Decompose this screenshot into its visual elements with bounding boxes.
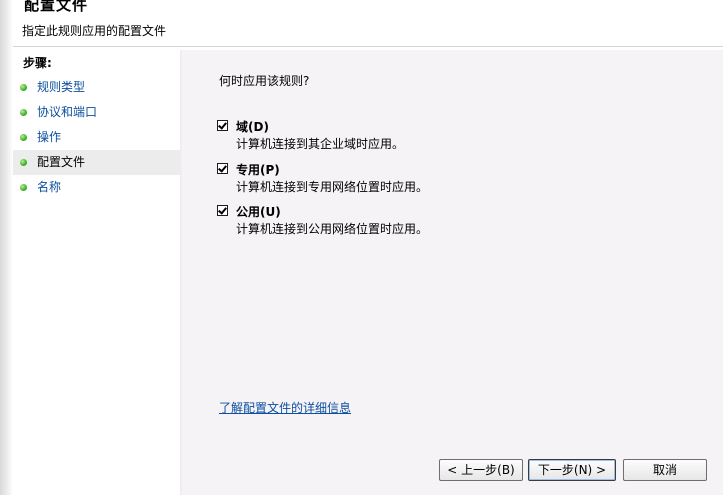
green-bullet-icon <box>20 159 27 166</box>
domain-label[interactable]: 域(D) <box>236 118 269 135</box>
next-button[interactable]: 下一步(N) > <box>528 459 616 481</box>
step-protocol-ports[interactable]: 协议和端口 <box>13 100 180 125</box>
step-label: 名称 <box>37 180 62 194</box>
public-label[interactable]: 公用(U) <box>236 203 281 220</box>
steps-list: 规则类型 协议和端口 操作 配置文件 名称 <box>13 75 180 200</box>
green-bullet-icon <box>20 84 27 91</box>
green-bullet-icon <box>20 109 27 116</box>
page-subtitle: 指定此规则应用的配置文件 <box>22 24 167 38</box>
window-left-edge <box>0 0 13 495</box>
step-action[interactable]: 操作 <box>13 125 180 150</box>
steps-heading: 步骤: <box>23 56 52 70</box>
private-label[interactable]: 专用(P) <box>236 161 280 178</box>
public-checkbox[interactable] <box>217 205 228 216</box>
step-label: 操作 <box>37 130 62 144</box>
domain-description: 计算机连接到其企业域时应用。 <box>236 137 405 151</box>
wizard-window: 配置文件 指定此规则应用的配置文件 步骤: 规则类型 协议和端口 操作 配置文件 <box>0 0 723 495</box>
steps-pane: 步骤: 规则类型 协议和端口 操作 配置文件 名称 <box>13 50 180 495</box>
step-label: 配置文件 <box>37 155 86 169</box>
question-text: 何时应用该规则? <box>219 74 310 88</box>
step-rule-type[interactable]: 规则类型 <box>13 75 180 100</box>
private-description: 计算机连接到专用网络位置时应用。 <box>236 180 429 194</box>
green-bullet-icon <box>20 184 27 191</box>
step-label: 规则类型 <box>37 80 86 94</box>
public-description: 计算机连接到公用网络位置时应用。 <box>236 222 429 236</box>
content-pane: 何时应用该规则? 域(D) 计算机连接到其企业域时应用。 专用(P) 计算机连接… <box>184 50 723 495</box>
cancel-button[interactable]: 取消 <box>623 459 707 481</box>
step-profile: 配置文件 <box>13 150 180 175</box>
header-divider <box>13 46 723 47</box>
learn-more-link[interactable]: 了解配置文件的详细信息 <box>219 399 351 416</box>
private-checkbox[interactable] <box>217 163 228 174</box>
step-label: 协议和端口 <box>37 105 98 119</box>
page-title: 配置文件 <box>24 0 89 14</box>
step-name[interactable]: 名称 <box>13 175 180 200</box>
wizard-header: 配置文件 指定此规则应用的配置文件 <box>13 0 723 46</box>
green-bullet-icon <box>20 134 27 141</box>
back-button[interactable]: < 上一步(B) <box>439 459 523 481</box>
domain-checkbox[interactable] <box>217 120 228 131</box>
